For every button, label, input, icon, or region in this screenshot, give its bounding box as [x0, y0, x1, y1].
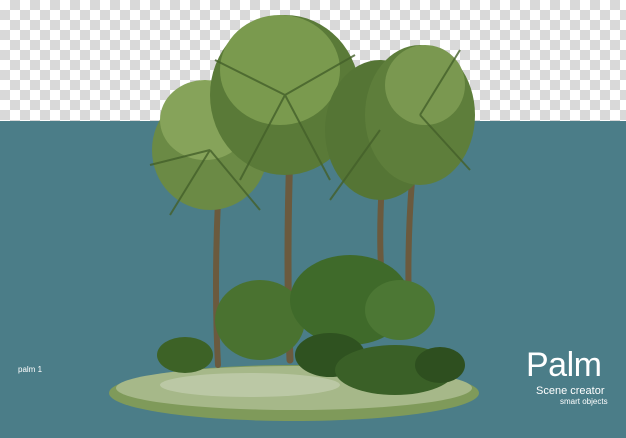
- palm-crowns: [152, 15, 475, 210]
- image-canvas: palm 1 Palm Scene creator smart objects: [0, 0, 626, 438]
- title-text: Palm: [526, 346, 602, 384]
- palm-label: palm 1: [18, 365, 43, 374]
- tagline-text: smart objects: [560, 397, 608, 406]
- subtitle-text: Scene creator: [536, 385, 605, 397]
